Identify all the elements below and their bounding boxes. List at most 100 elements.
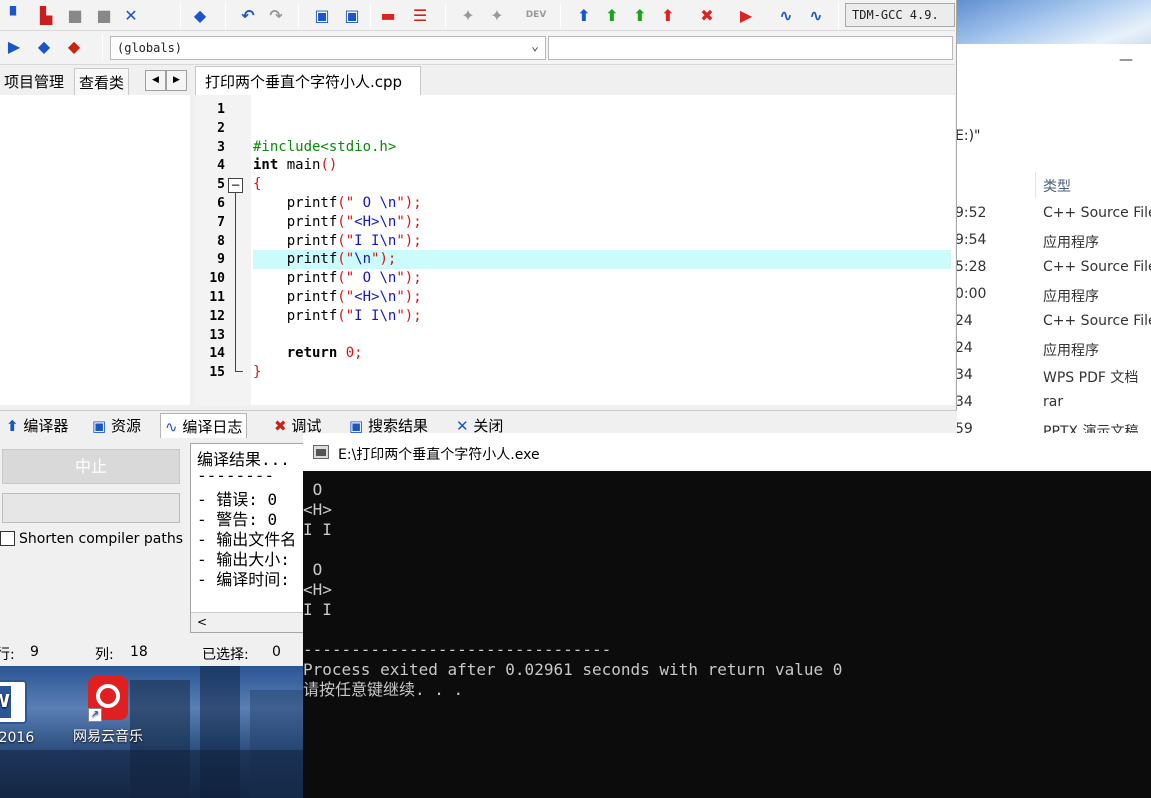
code-line[interactable]: printf(" O \n"); [253, 269, 951, 288]
tab-scroll-buttons: ◀ ▶ [145, 70, 189, 91]
address-fragment[interactable]: E:)" [955, 128, 980, 144]
line-number: 15 [209, 365, 225, 381]
current-code-line[interactable]: printf("\n"); [253, 250, 951, 270]
code-line[interactable]: #include<stdio.h> [253, 138, 951, 157]
file-row[interactable]: 9:52 C++ Source File [955, 200, 1151, 227]
line-number: 7 [217, 214, 225, 230]
compile-icon[interactable]: ⬆ [574, 5, 594, 25]
file-row[interactable]: 24 应用程序 [955, 335, 1151, 362]
bookmark-list-icon[interactable]: ◆ [64, 36, 84, 56]
fold-guide-end [235, 371, 243, 372]
console-line: I I [303, 600, 332, 619]
function-select[interactable] [548, 36, 953, 60]
shorten-paths-checkbox[interactable]: Shorten compiler paths [0, 531, 190, 551]
file-row[interactable]: 0:00 应用程序 [955, 281, 1151, 308]
tab-compile-log[interactable]: ∿ 编译日志 [160, 413, 248, 438]
scroll-left-icon[interactable]: ◀ [145, 70, 166, 91]
file-row[interactable]: 34 WPS PDF 文档 [955, 362, 1151, 389]
chevron-down-icon: ⌄ [531, 39, 539, 54]
save-all-icon[interactable]: ■ [94, 5, 114, 25]
desktop-icon-netease-music[interactable]: ↗ 网易云音乐 [73, 676, 143, 746]
undo-icon[interactable]: ↶ [238, 5, 258, 25]
wallpaper-sky [955, 0, 1151, 48]
replace-icon[interactable]: ▣ [342, 5, 362, 25]
secondary-toolbar: ▶ ◆ ◆ (globals) ⌄ [0, 31, 955, 65]
status-sel-label: 已选择: [202, 647, 249, 663]
code-line[interactable]: printf("<H>\n"); [253, 288, 951, 307]
code-line[interactable]: { [253, 175, 951, 194]
globals-select[interactable]: (globals) ⌄ [110, 36, 546, 60]
rebuild-icon[interactable]: ⬆ [658, 5, 678, 25]
debug-icon[interactable]: ✖ [697, 5, 717, 25]
line-number: 3 [217, 139, 225, 155]
tab-project[interactable]: 项目管理 [0, 68, 68, 95]
profile-analysis-icon[interactable]: ∿ [806, 5, 826, 25]
new-file-icon[interactable]: ▘ [6, 5, 26, 25]
print-icon[interactable]: ◆ [190, 5, 210, 25]
console-line: I I [303, 520, 332, 539]
open-file-icon[interactable]: ▙ [36, 5, 56, 25]
shorten-label: Shorten compiler paths [19, 531, 184, 547]
dev-icon[interactable]: DEV [526, 5, 547, 25]
column-header-type[interactable]: 类型 [955, 168, 1151, 202]
console-line: Process exited after 0.02961 seconds wit… [303, 660, 843, 679]
tab-compiler[interactable]: ⬆ 编译器 [2, 413, 72, 438]
file-row[interactable]: 5:28 C++ Source File [955, 254, 1151, 281]
run-icon[interactable]: ⬆ [602, 5, 622, 25]
project-remove-icon[interactable]: ✦ [487, 5, 507, 25]
status-row-value: 9 [30, 644, 39, 660]
code-line[interactable]: printf("I I\n"); [253, 232, 951, 251]
console-line: O [303, 480, 323, 499]
code-line[interactable] [253, 100, 951, 119]
file-row[interactable]: 9:54 应用程序 [955, 227, 1151, 254]
line-number: 8 [217, 233, 225, 249]
code-line[interactable]: printf("<H>\n"); [253, 213, 951, 232]
code-line[interactable] [253, 119, 951, 138]
console-title: E:\打印两个垂直个字符小人.exe [338, 447, 540, 463]
code-line[interactable]: printf("I I\n"); [253, 307, 951, 326]
scroll-right-icon[interactable]: ▶ [166, 70, 187, 91]
scroll-left-icon[interactable]: < [197, 615, 207, 629]
profile-icon[interactable]: ▶ [736, 5, 756, 25]
compile-log-pane[interactable]: 编译结果... -------- - 错误: 0 - 警告: 0 - 输出文件名… [190, 443, 310, 633]
tab-resources[interactable]: ▣ 资源 [88, 413, 145, 438]
code-editor[interactable]: 1 2 3 4 5 6 7 8 9 10 11 12 13 14 15 #include<stdio.h> i… [195, 95, 955, 405]
checkbox-box[interactable] [0, 531, 15, 546]
status-row-label: 行: [0, 647, 15, 663]
code-line[interactable]: } [253, 363, 951, 382]
code-line[interactable]: int main() [253, 156, 951, 175]
desktop-icon-word[interactable]: W rd 2016 [0, 680, 42, 746]
redo-icon[interactable]: ↷ [266, 5, 286, 25]
save-icon[interactable]: ■ [65, 5, 85, 25]
project-add-icon[interactable]: ✦ [458, 5, 478, 25]
compile-run-icon[interactable]: ⬆ [630, 5, 650, 25]
fold-collapse-icon[interactable]: − [228, 178, 243, 193]
desktop-icon-label: 网易云音乐 [73, 729, 143, 745]
stop-button[interactable]: 中止 [2, 449, 180, 484]
minimize-icon[interactable]: — [1119, 52, 1133, 68]
horizontal-scrollbar[interactable]: < [191, 612, 309, 632]
line-number: 13 [209, 327, 225, 343]
file-row[interactable]: 34 rar [955, 389, 1151, 416]
tab-class-browser[interactable]: 查看类 [74, 68, 130, 95]
check-syntax-icon[interactable]: ∿ [776, 5, 796, 25]
goto-icon[interactable]: ▶ [4, 36, 24, 56]
close-file-icon[interactable]: ✕ [121, 5, 141, 25]
indent-icon[interactable]: ▬ [378, 5, 398, 25]
bookmark-icon[interactable]: ◆ [34, 36, 54, 56]
console-window[interactable]: E:\打印两个垂直个字符小人.exe O <H> I I O <H> I I ------… [303, 433, 1151, 798]
line-number: 10 [209, 271, 225, 287]
line-number: 6 [217, 196, 225, 211]
unindent-icon[interactable]: ☰ [410, 5, 430, 25]
code-line[interactable]: return 0; [253, 344, 951, 363]
code-line[interactable] [253, 326, 951, 345]
compiler-select[interactable]: TDM-GCC 4.9. [845, 3, 955, 27]
file-tab[interactable]: 打印两个垂直个字符小人.cpp [195, 66, 421, 96]
line-number: 1 [217, 102, 225, 117]
file-row[interactable]: 24 C++ Source File [955, 308, 1151, 335]
status-col-value: 18 [130, 644, 148, 660]
code-line[interactable]: printf(" O \n"); [253, 194, 951, 213]
line-number: 14 [209, 346, 225, 362]
search-icon[interactable]: ▣ [312, 5, 332, 25]
console-title-bar[interactable]: E:\打印两个垂直个字符小人.exe [303, 433, 1151, 471]
